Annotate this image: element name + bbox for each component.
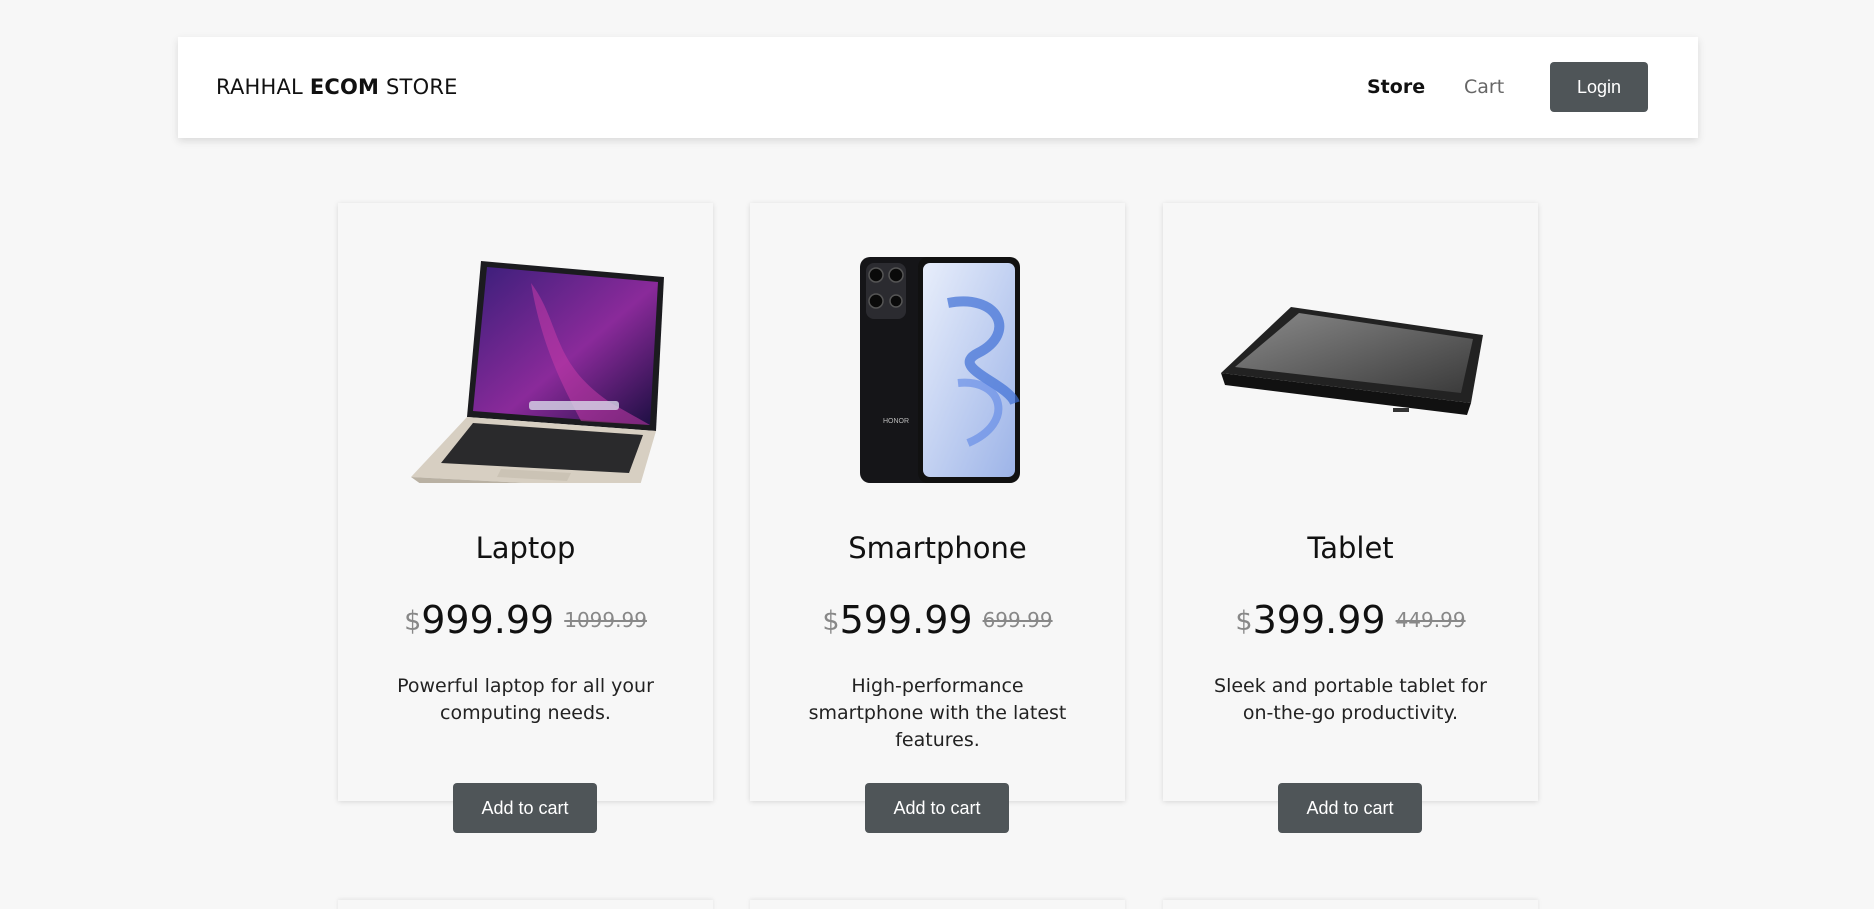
price: 999.99 [421, 598, 555, 642]
old-price: 1099.99 [564, 608, 647, 632]
login-button[interactable]: Login [1550, 62, 1648, 112]
currency-symbol: $ [1235, 606, 1253, 637]
price-row: $999.99 1099.99 [338, 598, 713, 642]
old-price: 449.99 [1395, 608, 1466, 632]
brand-prefix: RAHHAL [216, 75, 310, 99]
product-card-next-row [338, 900, 713, 909]
nav-store-link[interactable]: Store [1367, 76, 1425, 98]
smartphone-image: HONOR [750, 243, 1125, 483]
price-row: $399.99 449.99 [1163, 598, 1538, 642]
product-card-laptop: Laptop $999.99 1099.99 Powerful laptop fo… [338, 203, 713, 833]
nav-cart-link[interactable]: Cart [1464, 76, 1504, 98]
phone-brand-text: HONOR [882, 418, 908, 425]
tablet-image [1163, 243, 1538, 483]
currency-symbol: $ [404, 606, 422, 637]
product-title: Tablet [1307, 531, 1394, 565]
price: 399.99 [1252, 598, 1386, 642]
product-description: High-performance smartphone with the lat… [808, 675, 1067, 751]
product-card-tablet: Tablet $399.99 449.99 Sleek and portable … [1163, 203, 1538, 833]
currency-symbol: $ [822, 606, 840, 637]
product-card-smartphone: HONOR Smartphone $599.99 699.99 High-perf… [750, 203, 1125, 833]
add-to-cart-button[interactable]: Add to cart [865, 783, 1009, 833]
brand-logo[interactable]: RAHHAL ECOM STORE [216, 75, 458, 99]
add-to-cart-button[interactable]: Add to cart [453, 783, 597, 833]
add-to-cart-button[interactable]: Add to cart [1278, 783, 1422, 833]
product-card-next-row [750, 900, 1125, 909]
product-description: Sleek and portable tablet for on-the-go … [1214, 675, 1487, 724]
product-title: Laptop [475, 531, 576, 565]
product-description: Powerful laptop for all your computing n… [397, 675, 654, 724]
laptop-image [338, 243, 713, 483]
brand-bold: ECOM [309, 75, 380, 99]
old-price: 699.99 [982, 608, 1053, 632]
product-title: Smartphone [848, 531, 1027, 565]
price: 599.99 [839, 598, 973, 642]
site-header: RAHHAL ECOM STORE Store Cart Login [178, 37, 1698, 138]
brand-suffix: STORE [379, 75, 458, 99]
price-row: $599.99 699.99 [750, 598, 1125, 642]
product-card-next-row [1163, 900, 1538, 909]
